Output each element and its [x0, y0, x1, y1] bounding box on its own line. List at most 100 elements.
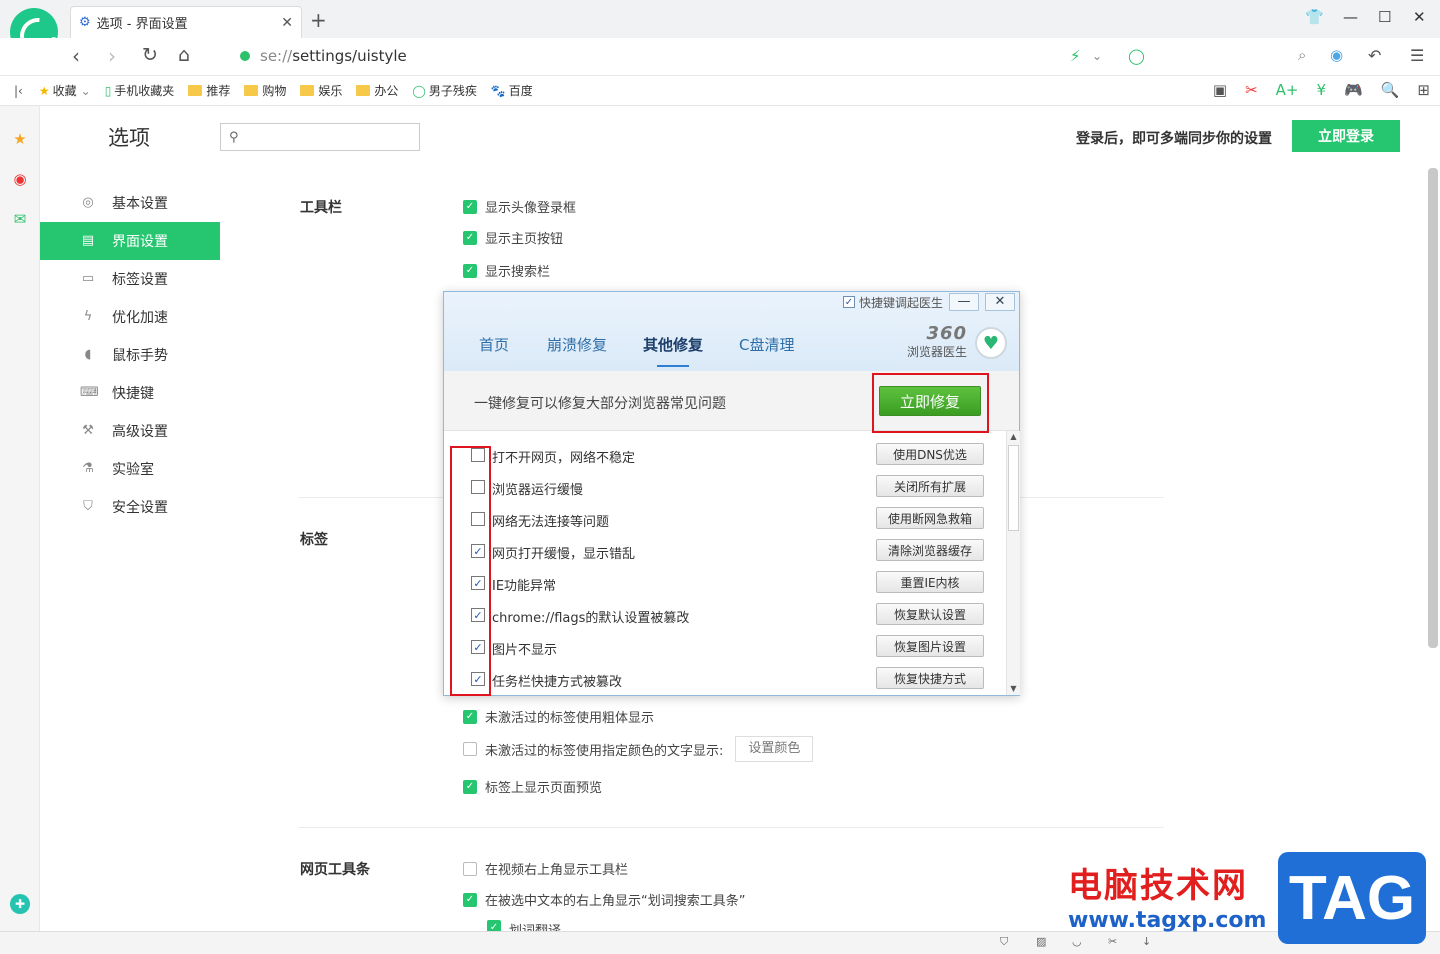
repair-action-button[interactable]: 恢复图片设置 [876, 635, 984, 657]
brand-number: 360 [926, 323, 968, 344]
bookmark-mobile[interactable]: ▯ 手机收藏夹 [105, 82, 175, 99]
set-color-button[interactable]: 设置颜色 [735, 736, 814, 762]
checkbox-checked[interactable]: ✓ [463, 709, 477, 724]
repair-action-button[interactable]: 关闭所有扩展 [876, 475, 984, 497]
flask-icon: ⚗ [82, 461, 94, 476]
tab-close-icon[interactable]: ✕ [281, 15, 293, 31]
download-icon[interactable]: ↓ [1142, 935, 1151, 948]
option-bold-unvisited[interactable]: ✓ 未激活过的标签使用粗体显示 [463, 707, 654, 726]
tab-c-drive-clean[interactable]: C盘清理 [739, 334, 794, 355]
apps-grid-icon[interactable]: ⊞ [1417, 81, 1430, 99]
shortcut-checkbox[interactable]: ✓ [842, 296, 855, 308]
image-icon[interactable]: ▨ [1036, 935, 1046, 948]
search-icon[interactable]: ⌕ [1298, 46, 1306, 64]
tab-crash-repair[interactable]: 崩溃修复 [547, 334, 607, 355]
magnifier-icon[interactable]: 🔍 [1381, 81, 1400, 99]
option-selection-toolbar[interactable]: ✓ 在被选中文本的右上角显示“划词搜索工具条” [463, 890, 745, 909]
home-icon[interactable]: ⌂ [178, 44, 190, 66]
checkbox-unchecked[interactable] [463, 861, 477, 876]
minimize-button[interactable]: — [1343, 8, 1358, 26]
undo-icon[interactable]: ↶ [1368, 46, 1381, 65]
scroll-thumb[interactable] [1008, 445, 1019, 531]
dialog-close-button[interactable]: ✕ [985, 293, 1015, 311]
sidebar-item-label: 标签设置 [112, 272, 168, 288]
sidebar-item-shortcuts[interactable]: ⌨ 快捷键 [40, 374, 220, 412]
bookmark-favorites[interactable]: ★ 收藏 ⌄ [39, 82, 91, 99]
bookmark-folder-recommend[interactable]: 推荐 [188, 82, 230, 99]
sidebar-item-basic[interactable]: ◎ 基本设置 [40, 184, 220, 222]
sidebar-item-tabs[interactable]: ▭ 标签设置 [40, 260, 220, 298]
add-app-icon[interactable]: ✚ [10, 894, 30, 914]
settings-search[interactable]: ⚲ [220, 123, 421, 151]
new-tab-button[interactable]: + [310, 8, 327, 32]
option-video-toolbar[interactable]: 在视频右上角显示工具栏 [463, 859, 628, 878]
eye-icon[interactable]: ◡ [1072, 935, 1082, 948]
close-window-button[interactable]: ✕ [1413, 8, 1426, 26]
repair-action-button[interactable]: 清除浏览器缓存 [876, 539, 984, 561]
translate-icon[interactable]: A+ [1276, 81, 1299, 99]
dialog-minimize-button[interactable]: — [949, 293, 979, 311]
checkbox-checked[interactable]: ✓ [487, 920, 501, 931]
checkbox-checked[interactable]: ✓ [463, 263, 477, 278]
option-show-search[interactable]: ✓ 显示搜索栏 [463, 261, 550, 280]
tab-home[interactable]: 首页 [479, 334, 509, 355]
sidebar-item-mouse[interactable]: ◖ 鼠标手势 [40, 336, 220, 374]
option-label: 显示头像登录框 [485, 201, 577, 216]
checkbox-checked[interactable]: ✓ [463, 892, 477, 907]
scissors-icon[interactable]: ✂ [1245, 81, 1258, 99]
checkbox-checked[interactable]: ✓ [463, 199, 477, 214]
mail-icon[interactable]: ✉ [10, 210, 30, 230]
bookmark-folder-entertainment[interactable]: 娱乐 [300, 82, 342, 99]
option-color-unvisited[interactable]: 未激活过的标签使用指定颜色的文字显示: 设置颜色 [463, 736, 814, 762]
option-show-home[interactable]: ✓ 显示主页按钮 [463, 228, 563, 247]
sidebar-item-security[interactable]: ⛉ 安全设置 [40, 488, 220, 526]
active-tab[interactable]: ⚙ 选项 - 界面设置 ✕ [70, 6, 302, 38]
repair-action-button[interactable]: 使用DNS优选 [876, 443, 984, 465]
page-scrollbar[interactable] [1428, 168, 1438, 648]
checkbox-checked[interactable]: ✓ [463, 779, 477, 794]
ie-mode-icon[interactable]: ◉ [1330, 46, 1343, 64]
repair-action-button[interactable]: 重置IE内核 [876, 571, 984, 593]
checkbox-unchecked[interactable] [463, 742, 477, 756]
repair-action-button[interactable]: 恢复快捷方式 [876, 667, 984, 689]
option-tab-preview[interactable]: ✓ 标签上显示页面预览 [463, 777, 602, 796]
lightning-icon[interactable]: ⚡ [1070, 47, 1081, 65]
sidebar-item-lab[interactable]: ⚗ 实验室 [40, 450, 220, 488]
favorites-star-icon[interactable]: ★ [10, 130, 30, 150]
forward-arrow-icon[interactable]: › [108, 44, 116, 68]
yen-icon[interactable]: ¥ [1317, 81, 1327, 99]
section-divider [298, 827, 1164, 828]
login-button[interactable]: 立即登录 [1292, 120, 1400, 152]
collapse-sidebar-icon[interactable]: |‹ [14, 84, 23, 98]
search-input[interactable] [244, 129, 421, 145]
shield-icon[interactable]: ⛉ [1000, 935, 1008, 949]
repair-list-scrollbar[interactable]: ▲ ▼ [1006, 431, 1020, 695]
sidebar-item-advanced[interactable]: ⚒ 高级设置 [40, 412, 220, 450]
scroll-down-icon[interactable]: ▼ [1008, 683, 1019, 695]
skin-shirt-icon[interactable]: 👕 [1305, 8, 1324, 26]
maximize-button[interactable]: ☐ [1378, 8, 1391, 26]
sidebar-item-interface[interactable]: ▤ 界面设置 [40, 222, 220, 260]
address-bar[interactable]: se:// settings/uistyle [240, 47, 407, 65]
scissor-icon[interactable]: ✂ [1108, 935, 1117, 948]
back-arrow-icon[interactable]: ‹ [72, 44, 80, 68]
tab-other-repair[interactable]: 其他修复 [643, 334, 703, 367]
menu-icon[interactable]: ☰ [1410, 46, 1424, 65]
checkbox-checked[interactable]: ✓ [463, 230, 477, 245]
sidebar-item-optimize[interactable]: ϟ 优化加速 [40, 298, 220, 336]
repair-action-button[interactable]: 使用断网急救箱 [876, 507, 984, 529]
option-show-avatar[interactable]: ✓ 显示头像登录框 [463, 197, 576, 216]
bookmark-folder-office[interactable]: 办公 [356, 82, 398, 99]
bookmark-folder-shopping[interactable]: 购物 [244, 82, 286, 99]
weibo-icon[interactable]: ◉ [10, 170, 30, 190]
chevron-down-icon[interactable]: ⌄ [1092, 49, 1102, 63]
scroll-up-icon[interactable]: ▲ [1008, 431, 1019, 443]
search-engine-icon[interactable]: ◯ [1128, 47, 1145, 65]
game-icon[interactable]: 🎮 [1344, 81, 1363, 99]
reload-icon[interactable]: ↻ [142, 44, 158, 66]
bookmark-link[interactable]: ◯ 男子残疾 [412, 82, 476, 99]
reader-icon[interactable]: ▣ [1213, 81, 1227, 99]
option-word-translate[interactable]: ✓ 划词翻译 [487, 920, 561, 931]
repair-action-button[interactable]: 恢复默认设置 [876, 603, 984, 625]
bookmark-baidu[interactable]: 🐾 百度 [491, 82, 533, 99]
